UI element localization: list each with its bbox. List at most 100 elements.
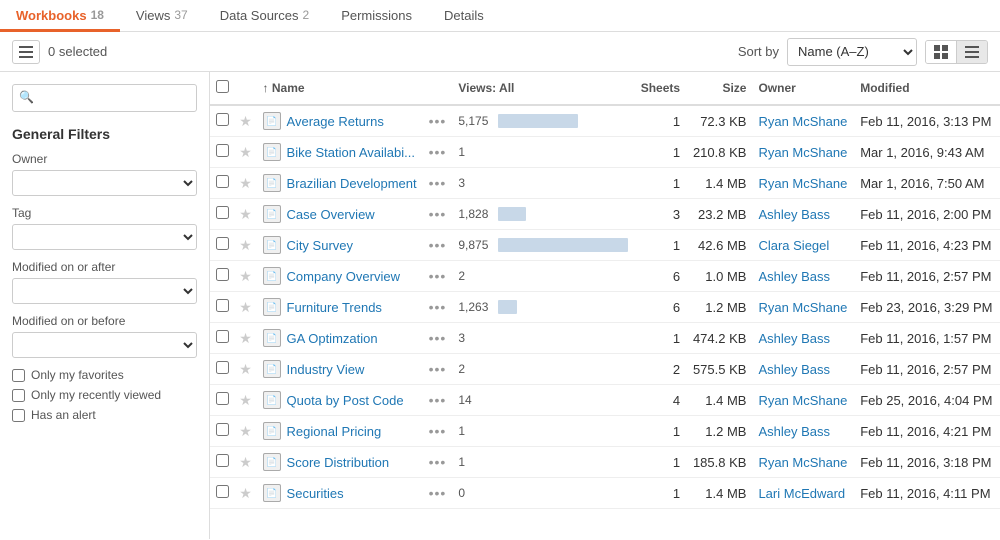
owner-link[interactable]: Ashley Bass: [758, 269, 830, 284]
workbook-name-link[interactable]: Brazilian Development: [287, 176, 417, 191]
owner-link[interactable]: Ryan McShane: [758, 176, 847, 191]
owner-link[interactable]: Ryan McShane: [758, 114, 847, 129]
star-icon[interactable]: ★: [239, 144, 252, 160]
row-checkbox[interactable]: [216, 113, 229, 126]
workbook-name-link[interactable]: Industry View: [287, 362, 365, 377]
workbook-name-link[interactable]: Bike Station Availabi...: [287, 145, 415, 160]
alert-checkbox[interactable]: Has an alert: [12, 408, 197, 422]
sidebar: 🔍 General Filters Owner Tag Modified on …: [0, 72, 210, 539]
col-header-size[interactable]: Size: [686, 72, 752, 105]
grid-view-button[interactable]: [926, 41, 957, 63]
workbook-name-cell: 📄 Industry View: [263, 360, 417, 378]
workbook-name-link[interactable]: Company Overview: [287, 269, 400, 284]
owner-link[interactable]: Ryan McShane: [758, 300, 847, 315]
star-icon[interactable]: ★: [239, 113, 252, 129]
search-input[interactable]: [12, 84, 197, 112]
more-options-button[interactable]: •••: [427, 330, 449, 346]
list-view-button[interactable]: [957, 41, 987, 63]
star-icon[interactable]: ★: [239, 423, 252, 439]
tab-workbooks[interactable]: Workbooks 18: [0, 1, 120, 32]
row-checkbox[interactable]: [216, 206, 229, 219]
select-all-checkbox[interactable]: [216, 80, 229, 93]
more-options-button[interactable]: •••: [427, 454, 449, 470]
workbook-name-link[interactable]: Case Overview: [287, 207, 375, 222]
col-header-views[interactable]: Views: All: [452, 72, 634, 105]
star-icon[interactable]: ★: [239, 392, 252, 408]
views-count: 2: [458, 362, 493, 376]
row-checkbox[interactable]: [216, 361, 229, 374]
hamburger-button[interactable]: [12, 40, 40, 64]
workbook-name-link[interactable]: Average Returns: [287, 114, 384, 129]
owner-link[interactable]: Clara Siegel: [758, 238, 829, 253]
workbook-name-link[interactable]: Regional Pricing: [287, 424, 382, 439]
tab-details[interactable]: Details: [428, 1, 500, 32]
views-bar: [498, 207, 526, 221]
size-cell: 72.3 KB: [686, 105, 752, 137]
owner-link[interactable]: Ashley Bass: [758, 424, 830, 439]
star-icon[interactable]: ★: [239, 299, 252, 315]
star-icon[interactable]: ★: [239, 361, 252, 377]
row-checkbox[interactable]: [216, 485, 229, 498]
tab-views[interactable]: Views 37: [120, 1, 204, 32]
row-checkbox[interactable]: [216, 454, 229, 467]
col-header-modified[interactable]: Modified: [854, 72, 1000, 105]
owner-link[interactable]: Lari McEdward: [758, 486, 845, 501]
owner-link[interactable]: Ashley Bass: [758, 331, 830, 346]
workbook-name-link[interactable]: Quota by Post Code: [287, 393, 404, 408]
views-cell: 1,263: [458, 300, 628, 314]
sort-select[interactable]: Name (A–Z) Name (Z–A) Date Modified Owne…: [787, 38, 917, 66]
workbook-name-link[interactable]: GA Optimzation: [287, 331, 378, 346]
row-checkbox[interactable]: [216, 268, 229, 281]
workbook-name-link[interactable]: Furniture Trends: [287, 300, 382, 315]
star-icon[interactable]: ★: [239, 206, 252, 222]
sheets-cell: 1: [634, 416, 686, 447]
workbook-name-link[interactable]: Score Distribution: [287, 455, 390, 470]
workbook-icon: 📄: [263, 143, 281, 161]
owner-link[interactable]: Ashley Bass: [758, 207, 830, 222]
more-options-button[interactable]: •••: [427, 237, 449, 253]
more-options-button[interactable]: •••: [427, 268, 449, 284]
recent-checkbox[interactable]: Only my recently viewed: [12, 388, 197, 402]
col-header-owner[interactable]: Owner: [752, 72, 854, 105]
owner-link[interactable]: Ryan McShane: [758, 455, 847, 470]
star-icon[interactable]: ★: [239, 268, 252, 284]
row-checkbox[interactable]: [216, 423, 229, 436]
more-options-button[interactable]: •••: [427, 113, 449, 129]
row-checkbox[interactable]: [216, 175, 229, 188]
star-icon[interactable]: ★: [239, 485, 252, 501]
star-icon[interactable]: ★: [239, 454, 252, 470]
modified-cell: Feb 11, 2016, 2:00 PM: [854, 199, 1000, 230]
row-checkbox[interactable]: [216, 144, 229, 157]
more-options-button[interactable]: •••: [427, 144, 449, 160]
star-icon[interactable]: ★: [239, 237, 252, 253]
tab-permissions[interactable]: Permissions: [325, 1, 428, 32]
owner-link[interactable]: Ryan McShane: [758, 393, 847, 408]
more-options-button[interactable]: •••: [427, 485, 449, 501]
modified-cell: Feb 11, 2016, 2:57 PM: [854, 261, 1000, 292]
more-options-button[interactable]: •••: [427, 206, 449, 222]
row-checkbox[interactable]: [216, 392, 229, 405]
modified-after-select[interactable]: [12, 278, 197, 304]
star-icon[interactable]: ★: [239, 330, 252, 346]
col-header-sheets[interactable]: Sheets: [634, 72, 686, 105]
owner-filter-select[interactable]: [12, 170, 197, 196]
more-options-button[interactable]: •••: [427, 175, 449, 191]
row-checkbox[interactable]: [216, 299, 229, 312]
tag-filter-select[interactable]: [12, 224, 197, 250]
workbook-name-link[interactable]: City Survey: [287, 238, 353, 253]
more-options-button[interactable]: •••: [427, 423, 449, 439]
modified-before-select[interactable]: [12, 332, 197, 358]
workbook-name-link[interactable]: Securities: [287, 486, 344, 501]
row-checkbox[interactable]: [216, 237, 229, 250]
star-icon[interactable]: ★: [239, 175, 252, 191]
owner-link[interactable]: Ryan McShane: [758, 145, 847, 160]
tab-datasources[interactable]: Data Sources 2: [204, 1, 325, 32]
more-options-button[interactable]: •••: [427, 299, 449, 315]
row-checkbox[interactable]: [216, 330, 229, 343]
views-bar: [498, 114, 578, 128]
more-options-button[interactable]: •••: [427, 361, 449, 377]
more-options-button[interactable]: •••: [427, 392, 449, 408]
col-header-name[interactable]: ↑ Name: [257, 72, 423, 105]
favorites-checkbox[interactable]: Only my favorites: [12, 368, 197, 382]
owner-link[interactable]: Ashley Bass: [758, 362, 830, 377]
